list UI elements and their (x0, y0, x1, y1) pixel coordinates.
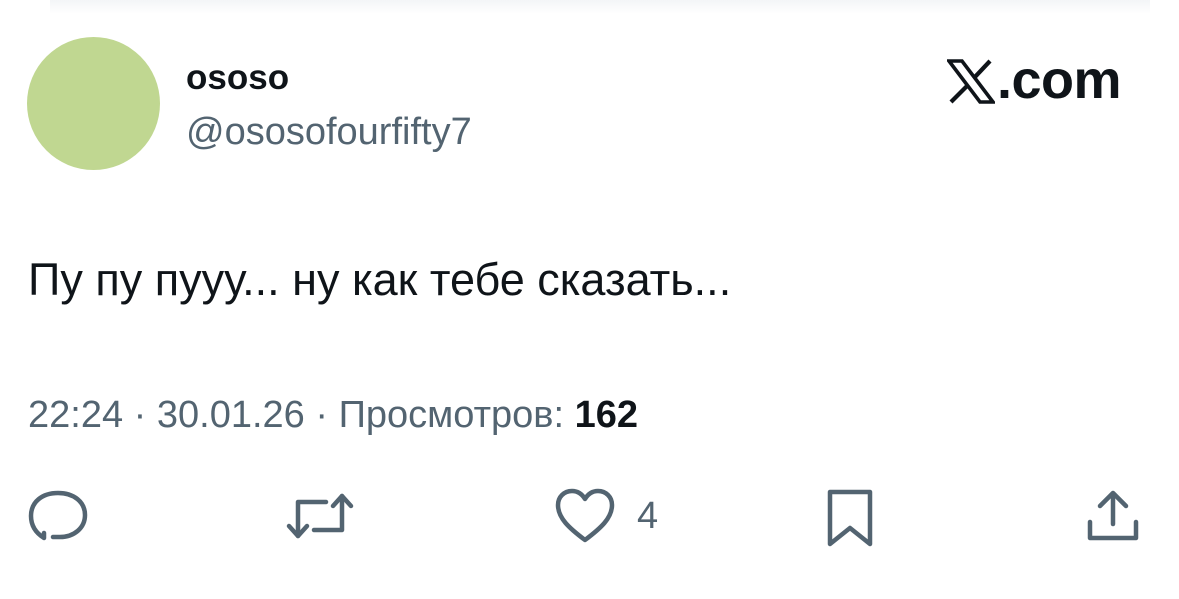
brand-logo: .com (946, 50, 1122, 110)
like-button[interactable]: 4 (555, 488, 658, 544)
tweet-date[interactable]: 30.01.26 (157, 394, 305, 436)
reply-button[interactable] (28, 488, 88, 544)
retweet-icon (286, 493, 354, 539)
views-count: 162 (574, 394, 638, 436)
reply-icon (28, 490, 88, 541)
tweet-time[interactable]: 22:24 (28, 394, 123, 436)
like-count: 4 (637, 495, 659, 537)
brand-label: .com (996, 50, 1122, 110)
retweet-button[interactable] (286, 488, 354, 544)
avatar[interactable] (27, 37, 160, 170)
meta-separator: · (133, 394, 147, 436)
user-handle[interactable]: @ososofourfifty7 (186, 110, 472, 154)
tweet-text: Пу пу пууу... ну как тебе сказать... (28, 254, 732, 305)
display-name[interactable]: ososo (186, 58, 289, 98)
bookmark-icon (827, 489, 873, 547)
heart-icon (555, 488, 615, 543)
tweet-meta: 22:24 · 30.01.26 · Просмотров: 162 (28, 392, 638, 438)
bookmark-button[interactable] (826, 488, 874, 548)
top-strip (50, 0, 1150, 14)
share-icon (1087, 490, 1139, 541)
x-logo-icon (946, 59, 995, 104)
views-label: Просмотров: (338, 394, 564, 436)
share-button[interactable] (1086, 488, 1142, 544)
meta-separator: · (315, 394, 329, 436)
